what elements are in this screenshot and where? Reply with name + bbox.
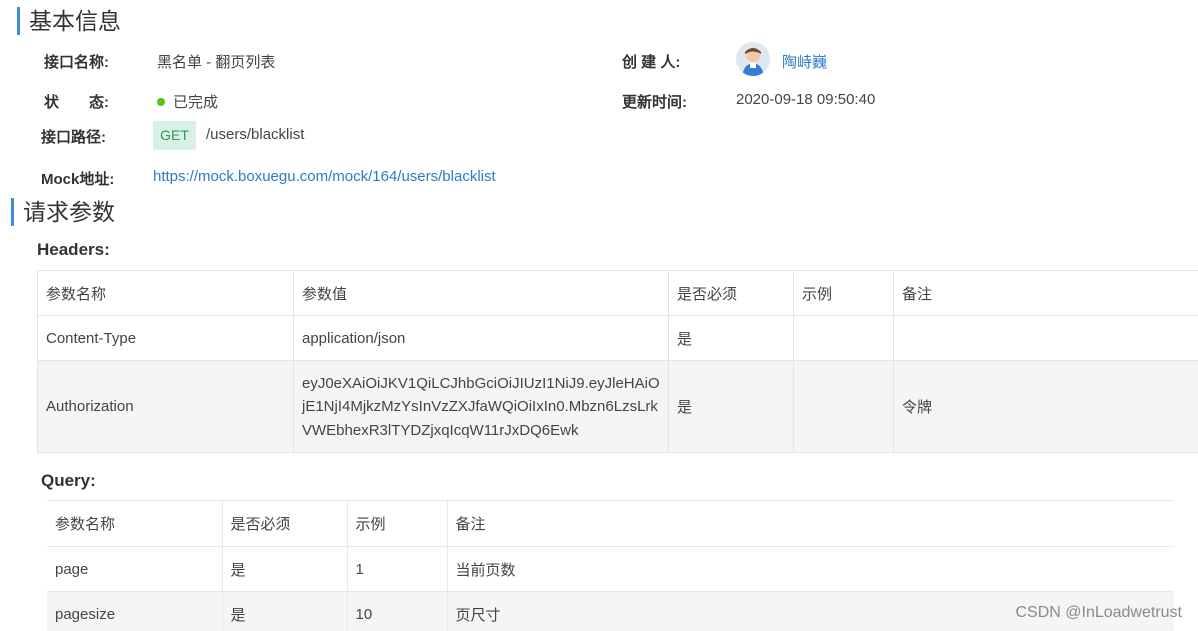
column-header: 备注 xyxy=(893,270,1198,316)
mock-url-link[interactable]: https://mock.boxuegu.com/mock/164/users/… xyxy=(153,168,496,185)
column-header: 示例 xyxy=(793,270,894,316)
status-dot-icon xyxy=(157,98,165,107)
mock-address-label: Mock地址: xyxy=(41,171,115,188)
table-cell: 是 xyxy=(668,360,794,453)
table-cell: pagesize xyxy=(47,591,223,631)
table-cell xyxy=(793,360,894,453)
table-row: Authorization eyJ0eXAiOiJKV1QiLCJhbGciOi… xyxy=(37,360,1198,453)
api-name-label: 接口名称: xyxy=(44,54,109,71)
headers-table: 参数名称 参数值 是否必须 示例 备注 Content-Type applica… xyxy=(37,270,1198,453)
column-header: 是否必须 xyxy=(668,270,794,316)
table-cell: 当前页数 xyxy=(447,546,1174,592)
column-header: 示例 xyxy=(347,500,448,547)
column-header: 是否必须 xyxy=(222,500,348,547)
table-cell: 令牌 xyxy=(893,360,1198,453)
creator-label: 创 建 人: xyxy=(622,54,681,71)
column-header: 参数值 xyxy=(293,270,669,316)
column-header: 备注 xyxy=(447,500,1174,547)
table-row: Content-Type application/json 是 xyxy=(37,315,1198,361)
section-title-basic-info: 基本信息 xyxy=(17,6,121,36)
table-row: page 是 1 当前页数 xyxy=(47,546,1174,592)
creator-name-link[interactable]: 陶峙巍 xyxy=(782,51,827,72)
api-name-value: 黑名单 - 翻页列表 xyxy=(157,54,276,71)
table-cell: application/json xyxy=(293,315,669,361)
section-title-request-params: 请求参数 xyxy=(11,197,115,227)
table-header-row: 参数名称 参数值 是否必须 示例 备注 xyxy=(37,270,1198,316)
query-subheading: Query: xyxy=(41,471,96,490)
creator-avatar[interactable] xyxy=(736,42,770,76)
table-cell: Content-Type xyxy=(37,315,294,361)
http-method-badge: GET xyxy=(153,121,196,150)
table-cell: 是 xyxy=(668,315,794,361)
headers-subheading: Headers: xyxy=(37,240,110,259)
table-cell xyxy=(793,315,894,361)
table-cell: page xyxy=(47,546,223,592)
column-header: 参数名称 xyxy=(47,500,223,547)
updated-time-label: 更新时间: xyxy=(622,94,687,111)
table-row: pagesize 是 10 页尺寸 xyxy=(47,591,1174,631)
csdn-watermark: CSDN @InLoadwetrust xyxy=(1015,604,1182,621)
table-cell: 是 xyxy=(222,546,348,592)
table-cell-token: eyJ0eXAiOiJKV1QiLCJhbGciOiJIUzI1NiJ9.eyJ… xyxy=(293,360,669,453)
column-header: 参数名称 xyxy=(37,270,294,316)
status-value: 已完成 xyxy=(157,91,218,112)
table-header-row: 参数名称 是否必须 示例 备注 xyxy=(47,500,1174,547)
updated-time-value: 2020-09-18 09:50:40 xyxy=(736,91,876,108)
table-cell: Authorization xyxy=(37,360,294,453)
status-label: 状 态: xyxy=(44,94,109,111)
avatar-image xyxy=(736,42,770,76)
api-path-label: 接口路径: xyxy=(41,129,106,146)
api-path-value: /users/blacklist xyxy=(206,126,305,143)
table-cell xyxy=(893,315,1198,361)
status-text: 已完成 xyxy=(173,94,219,111)
table-cell: 是 xyxy=(222,591,348,631)
table-cell: 10 xyxy=(347,591,448,631)
table-cell: 1 xyxy=(347,546,448,592)
query-table: 参数名称 是否必须 示例 备注 page 是 1 当前页数 pagesize 是… xyxy=(47,500,1174,631)
